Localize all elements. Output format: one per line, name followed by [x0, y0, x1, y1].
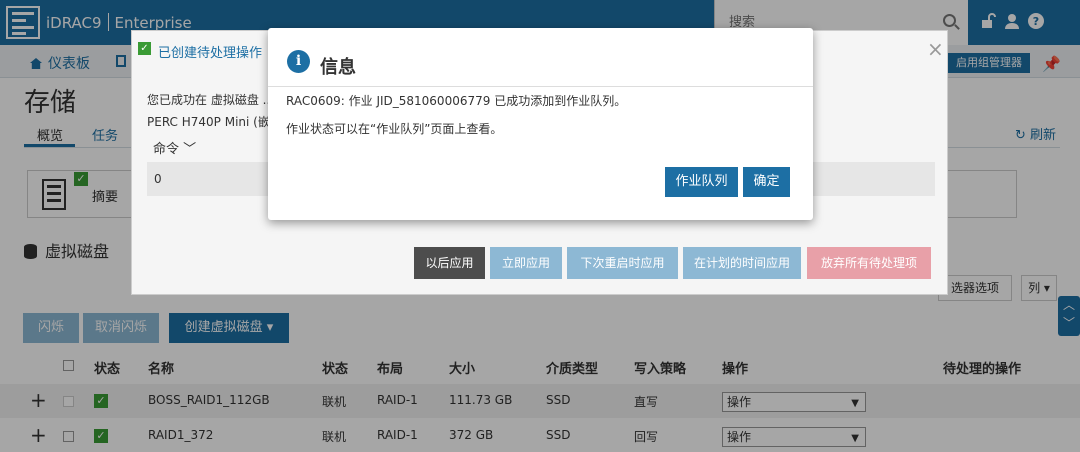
success-check-icon: ✓ — [138, 42, 151, 55]
command-number: 0 — [154, 172, 162, 186]
pending-dialog-title: 已创建待处理操作 — [158, 46, 263, 61]
discard-pending-button[interactable]: 放弃所有待处理项 — [807, 247, 931, 279]
info-message: RAC0609: 作业 JID_581060006779 已成功添加到作业队列。 — [286, 94, 627, 108]
apply-next-reboot-button[interactable]: 下次重启时应用 — [567, 247, 678, 279]
apply-later-button[interactable]: 以后应用 — [414, 247, 485, 279]
chevron-down-icon: ﹀ — [183, 142, 197, 157]
apply-scheduled-button[interactable]: 在计划的时间应用 — [683, 247, 801, 279]
info-icon: i — [287, 50, 310, 73]
divider — [268, 86, 813, 87]
info-dialog-title: 信息 — [320, 57, 356, 78]
info-dialog: i 信息 RAC0609: 作业 JID_581060006779 已成功添加到… — [268, 28, 813, 220]
ok-button[interactable]: 确定 — [743, 167, 790, 197]
pending-dialog-text: 您已成功在 虚拟磁盘 ... — [147, 93, 275, 107]
close-icon[interactable]: × — [927, 37, 944, 61]
info-message-secondary: 作业状态可以在“作业队列”页面上查看。 — [286, 122, 503, 136]
command-toggle[interactable]: 命令 ﹀ — [153, 138, 196, 157]
job-queue-button[interactable]: 作业队列 — [665, 167, 738, 197]
command-label: 命令 — [153, 142, 180, 157]
apply-now-button[interactable]: 立即应用 — [490, 247, 562, 279]
